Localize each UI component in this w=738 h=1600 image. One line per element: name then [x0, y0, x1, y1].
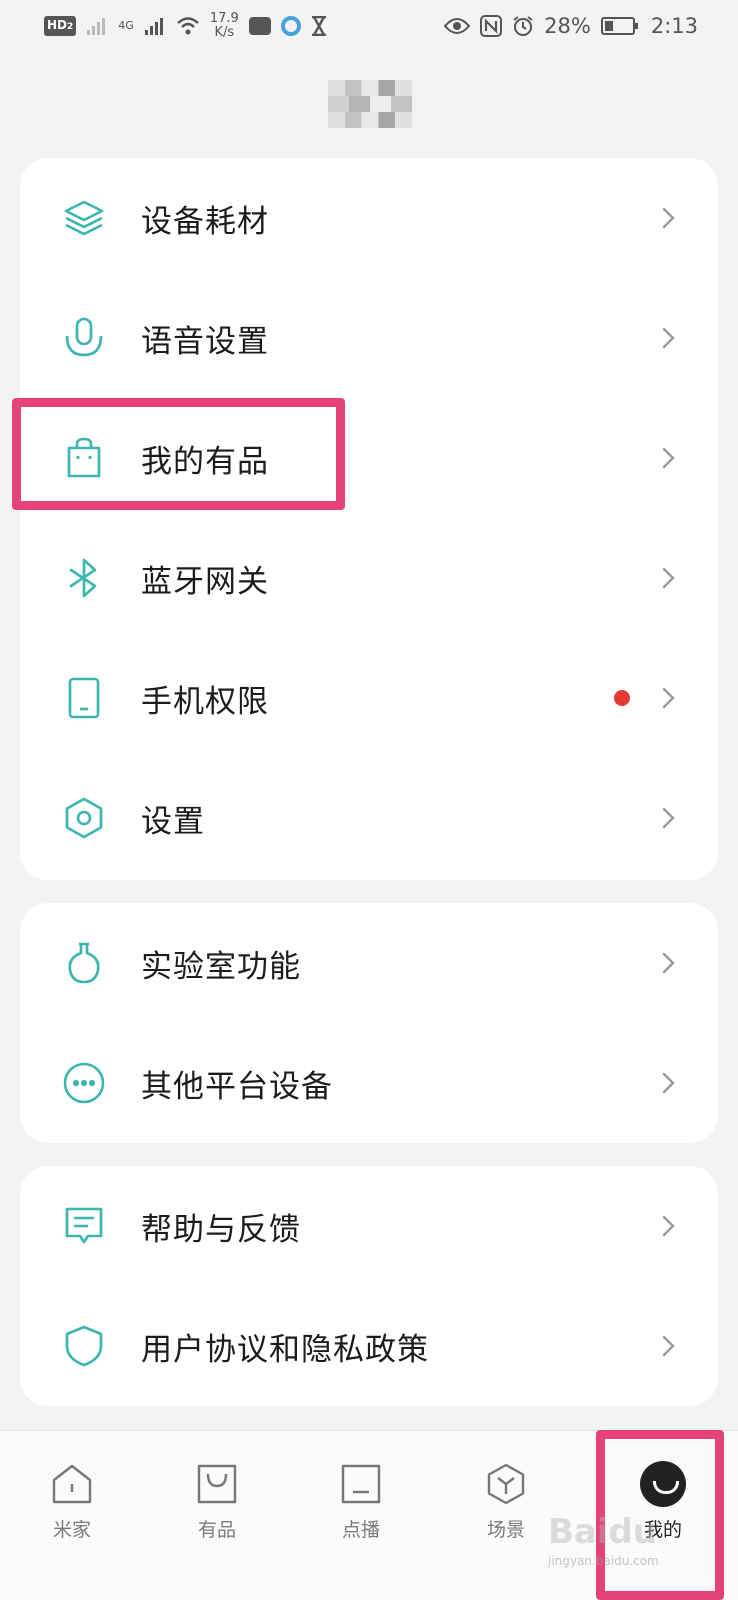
watermark-logo: Baidu [548, 1512, 658, 1552]
nav-tab-mijia[interactable]: 米家 [22, 1461, 122, 1571]
nav-label: 米家 [52, 1519, 91, 1541]
alarm-icon [513, 16, 533, 36]
chevron-right-icon [662, 207, 675, 229]
menu-item-label: 其他平台设备 [141, 1068, 333, 1105]
hourglass-icon [311, 16, 326, 36]
menu-item-label: 用户协议和隐私政策 [141, 1331, 429, 1368]
cell-type-label: 4G [118, 19, 134, 32]
menu-item-user-agreement-privacy[interactable]: 用户协议和隐私政策 [20, 1286, 718, 1406]
chevron-right-icon [662, 952, 675, 974]
menu-item-label: 我的有品 [141, 443, 269, 480]
nav-tab-youpin[interactable]: 有品 [167, 1461, 267, 1571]
chevron-right-icon [662, 1215, 675, 1237]
menu-item-phone-permissions[interactable]: 手机权限 [20, 638, 718, 758]
menu-item-lab-features[interactable]: 实验室功能 [20, 903, 718, 1023]
microphone-icon [60, 314, 108, 362]
hd-badge: HD2 [44, 16, 77, 36]
menu-item-voice-settings[interactable]: 语音设置 [20, 278, 718, 398]
more-dots-icon [60, 1059, 108, 1107]
menu-card-lab: 实验室功能 其他平台设备 [20, 903, 718, 1143]
chevron-right-icon [662, 687, 675, 709]
menu-item-label: 帮助与反馈 [141, 1211, 301, 1248]
menu-item-label: 语音设置 [141, 323, 269, 360]
watermark-url: jingyan.baidu.com [548, 1554, 659, 1568]
menu-card-main: 设备耗材 语音设置 我的有品 蓝牙网关 手机权限 设置 [20, 158, 718, 880]
menu-item-device-consumables[interactable]: 设备耗材 [20, 158, 718, 278]
clock-time: 2:13 [650, 14, 698, 38]
feedback-icon [60, 1202, 108, 1250]
nfc-icon [480, 15, 503, 37]
chevron-right-icon [662, 807, 675, 829]
scene-cube-icon [483, 1461, 529, 1507]
menu-item-label: 设备耗材 [141, 203, 269, 240]
shopping-bag-icon [60, 434, 108, 482]
app-notification-icon [248, 17, 271, 35]
bluetooth-icon [60, 554, 108, 602]
shop-bag-icon [194, 1461, 240, 1507]
chevron-right-icon [662, 1335, 675, 1357]
hexagon-settings-icon [60, 794, 108, 842]
notification-dot [614, 690, 630, 706]
home-icon [49, 1461, 95, 1507]
menu-item-bluetooth-gateway[interactable]: 蓝牙网关 [20, 518, 718, 638]
network-speed: 17.9 K/s [209, 11, 239, 40]
chevron-right-icon [662, 567, 675, 589]
shield-icon [60, 1322, 108, 1370]
phone-icon [60, 674, 108, 722]
layers-icon [60, 194, 108, 242]
menu-item-label: 实验室功能 [141, 948, 301, 985]
signal-4g-icon [144, 18, 163, 35]
menu-item-label: 设置 [141, 803, 205, 840]
nav-label: 场景 [486, 1519, 525, 1541]
menu-item-settings[interactable]: 设置 [20, 758, 718, 878]
menu-card-help: 帮助与反馈 用户协议和隐私政策 [20, 1166, 718, 1406]
menu-item-label: 蓝牙网关 [141, 563, 269, 600]
menu-item-label: 手机权限 [141, 683, 269, 720]
wifi-icon [176, 17, 199, 35]
nav-tab-scenes[interactable]: 场景 [456, 1461, 556, 1571]
chevron-right-icon [662, 1072, 675, 1094]
battery-percent: 28% [544, 14, 591, 38]
flask-icon [60, 939, 108, 987]
chevron-right-icon [662, 327, 675, 349]
status-bar-left: HD2 4G 17.9 K/s [44, 12, 327, 40]
nav-label: 有品 [197, 1519, 236, 1541]
nav-label: 点播 [341, 1519, 380, 1541]
nav-tab-ondemand[interactable]: 点播 [311, 1461, 411, 1571]
status-bar-right: 28% 2:13 [444, 14, 698, 38]
battery-icon [600, 17, 638, 35]
menu-item-help-feedback[interactable]: 帮助与反馈 [20, 1166, 718, 1286]
eye-icon [444, 18, 471, 34]
menu-item-other-platform-devices[interactable]: 其他平台设备 [20, 1023, 718, 1143]
menu-item-my-youpin[interactable]: 我的有品 [20, 398, 718, 518]
chevron-right-icon [662, 447, 675, 469]
tv-icon [338, 1461, 384, 1507]
profile-avatar-icon [640, 1461, 686, 1507]
blurred-user-name [328, 80, 412, 128]
signal-icon [87, 18, 106, 35]
browser-notification-icon [280, 16, 301, 36]
status-bar: HD2 4G 17.9 K/s 28% 2:13 [0, 0, 738, 52]
